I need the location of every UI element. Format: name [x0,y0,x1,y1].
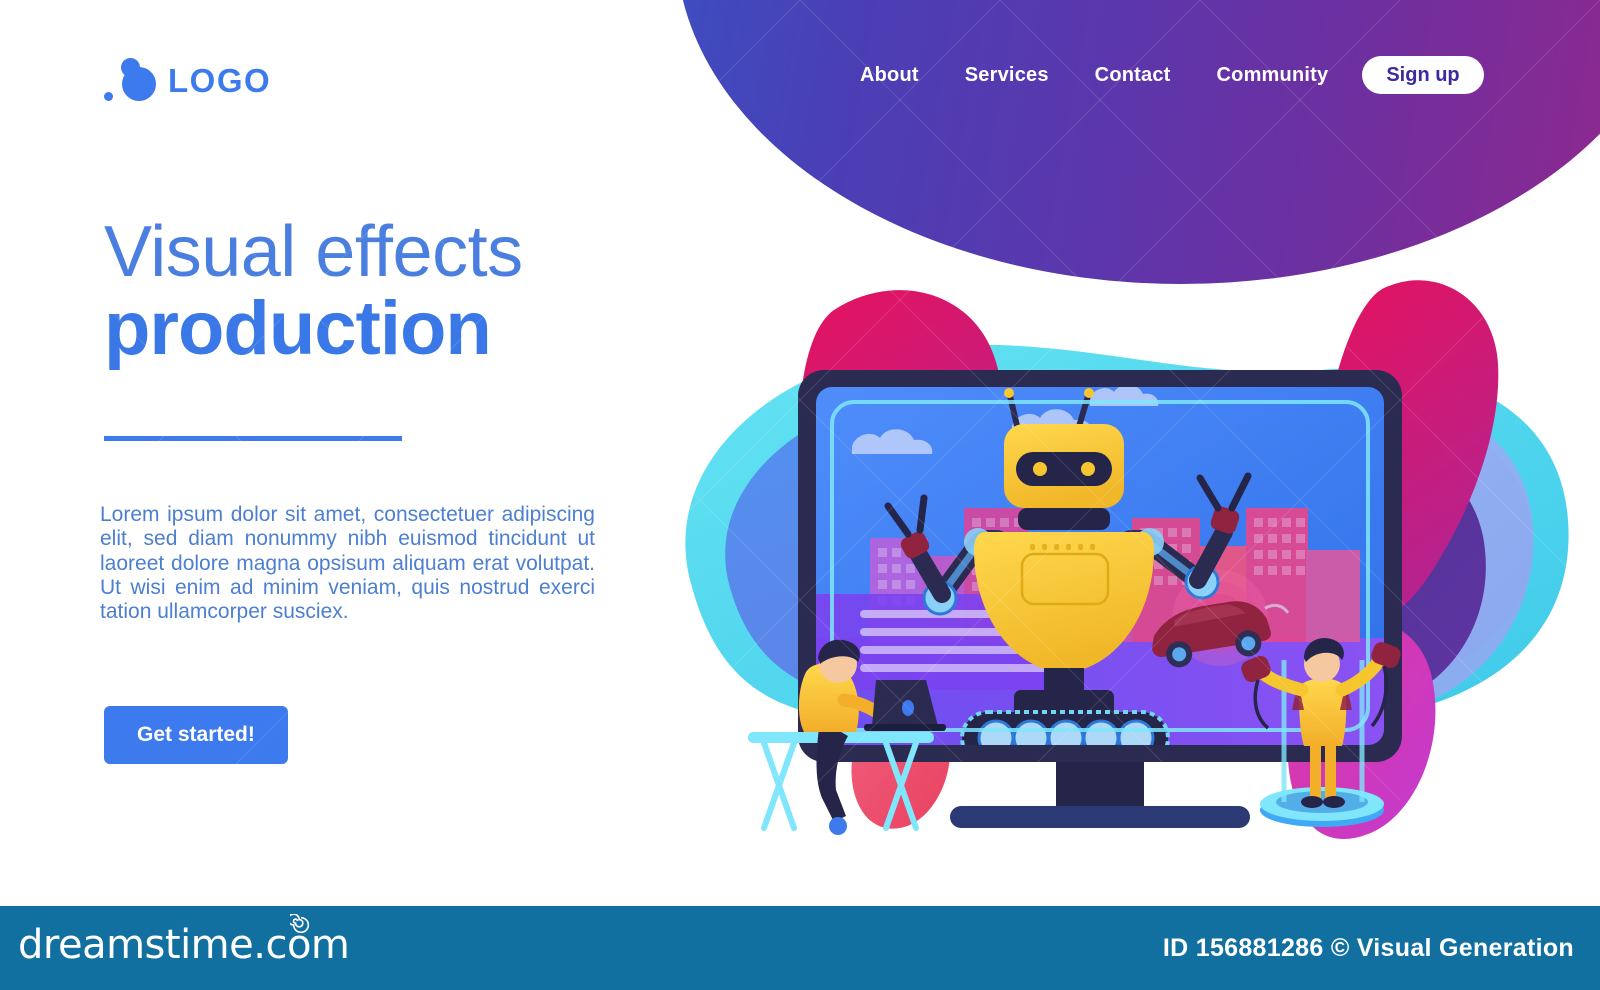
panel-line-3 [860,646,1020,654]
headline-line-2: production [104,285,492,371]
robot-eye-right [1081,462,1095,476]
header-gradient-shape [676,0,1600,284]
vr-leg-right [1325,742,1336,800]
page-root: About Services Contact Community Sign up… [0,0,1600,990]
person-legs [816,720,848,822]
nav-community[interactable]: Community [1217,58,1329,93]
get-started-button[interactable]: Get started! [104,706,288,764]
vr-leg-left [1310,742,1321,800]
logo[interactable]: LOGO [104,55,271,107]
laptop-logo-icon [902,700,914,716]
main-nav: About Services Contact Community Sign up [860,56,1484,94]
sign-up-button[interactable]: Sign up [1362,56,1484,94]
spiral-icon [290,914,310,934]
nav-about[interactable]: About [860,58,919,93]
image-credit: ID 156881286 © Visual Generation [1162,934,1574,962]
laptop-base [864,724,946,731]
hero-body-text: Lorem ipsum dolor sit amet, consectetuer… [100,503,595,624]
footer-bar: dreamstime.com ID 156881286 © Visual Gen… [0,906,1600,990]
logo-mark-icon [104,55,164,107]
nav-contact[interactable]: Contact [1095,58,1171,93]
page-title: Visual effects production [104,217,664,367]
nav-services[interactable]: Services [965,58,1049,93]
robot-eye-left [1033,462,1047,476]
hero-illustration [620,250,1600,870]
person-shoe [829,817,847,835]
title-divider [104,436,402,441]
logo-text: LOGO [168,62,272,99]
monitor-stand-base [950,806,1250,828]
robot-visor [1016,452,1112,486]
headline-line-1: Visual effects [104,212,523,293]
panel-line-4 [860,664,1050,672]
logo-large-circle-icon [122,67,156,101]
robot-neck [1018,508,1110,530]
desk-leg-left [761,740,797,831]
vr-shoe-right [1323,796,1345,808]
vr-shoe-left [1301,796,1323,808]
logo-dot-icon [104,92,113,101]
